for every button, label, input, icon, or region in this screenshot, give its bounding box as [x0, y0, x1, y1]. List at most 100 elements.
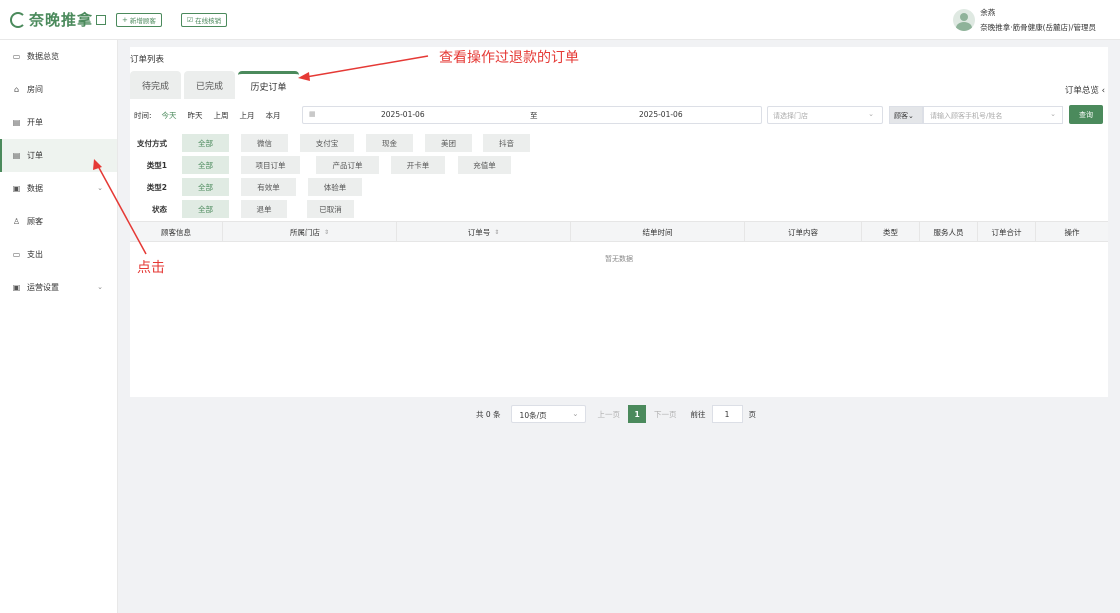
avatar[interactable]	[953, 9, 976, 31]
date-range-picker[interactable]: ▦ 2025-01-06 至 2025-01-06	[302, 106, 762, 124]
column-header-sortable[interactable]: 所属门店 ⇕	[223, 222, 397, 242]
filter-chip[interactable]: 美团	[425, 134, 472, 152]
column-label: 结单时间	[642, 227, 673, 237]
sort-icon[interactable]: ⇕	[494, 229, 499, 236]
sidebar-item-label: 开单	[27, 118, 43, 127]
sidebar-item-orders[interactable]: ▤ 订单	[0, 139, 117, 172]
filter-chip[interactable]: 体验单	[308, 178, 362, 196]
filter-chip[interactable]: 产品订单	[316, 156, 379, 174]
filter-status: 状态 全部 退单 已取消	[130, 200, 1108, 218]
column-label: 订单号	[467, 227, 491, 237]
column-header: 服务人员	[920, 222, 978, 242]
user-icon: ♙	[12, 217, 21, 226]
quick-today[interactable]: 今天	[162, 110, 177, 121]
query-button[interactable]: 查询	[1069, 105, 1103, 124]
annotation-click-note: 点击	[137, 260, 165, 276]
start-date[interactable]: 2025-01-06	[381, 110, 425, 119]
filter-chip[interactable]: 全部	[182, 200, 229, 218]
column-header: 结单时间	[571, 222, 745, 242]
filter-type2: 类型2 全部 有效单 体验单	[130, 178, 1108, 196]
sidebar-item-expense[interactable]: ▭ 支出	[0, 238, 117, 271]
filter-chip[interactable]: 有效单	[241, 178, 296, 196]
column-label: 订单内容	[788, 227, 818, 237]
total-count: 共 0 条	[476, 409, 501, 419]
filter-chip[interactable]: 充值单	[458, 156, 511, 174]
column-label: 所属门店	[289, 227, 320, 237]
user-profile[interactable]: 余燕 奈晚推拿·筋骨健康(岳麓店)/管理员	[953, 7, 1096, 33]
filter-chip[interactable]: 开卡单	[391, 156, 445, 174]
filter-payment: 支付方式 全部 微信 支付宝 现金 美团 抖音	[130, 134, 1108, 152]
quick-last-month[interactable]: 上月	[240, 110, 255, 121]
sidebar-item-overview[interactable]: ▭ 数据总览	[0, 40, 117, 73]
filter-label: 类型1	[146, 161, 167, 170]
sort-icon[interactable]: ⇕	[324, 229, 329, 236]
quick-this-month[interactable]: 本月	[266, 110, 281, 121]
logo-text: 奈晚推拿	[29, 11, 94, 29]
annotation-history-note: 查看操作过退款的订单	[439, 50, 579, 66]
sidebar-item-room[interactable]: ⌂ 房间	[0, 73, 117, 106]
tab-history[interactable]: 历史订单	[238, 71, 299, 99]
tab-completed[interactable]: 已完成	[184, 71, 235, 99]
new-customer-button[interactable]: + 新增顾客	[116, 12, 162, 27]
filter-chip[interactable]: 全部	[182, 134, 229, 152]
column-header: 顾客信息	[130, 222, 223, 242]
online-verify-button[interactable]: ☑ 在线核销	[180, 12, 228, 27]
empty-state: 暂无数据	[605, 255, 633, 263]
chevron-down-icon: ⌄	[572, 409, 579, 418]
filter-chip[interactable]: 现金	[366, 134, 413, 152]
column-header-sortable[interactable]: 订单号 ⇕	[397, 222, 571, 242]
page-number-current[interactable]: 1	[628, 405, 647, 423]
sidebar-item-customers[interactable]: ♙ 顾客	[0, 205, 117, 238]
wallet-icon: ▭	[12, 250, 21, 259]
column-label: 服务人员	[933, 227, 964, 237]
sidebar-item-label: 顾客	[27, 217, 43, 226]
sidebar-item-label: 数据总览	[27, 52, 59, 61]
filter-type1: 类型1 全部 项目订单 产品订单 开卡单 充值单	[130, 156, 1108, 174]
filter-chip[interactable]: 微信	[241, 134, 288, 152]
filter-chip[interactable]: 支付宝	[300, 134, 354, 152]
prev-page-button[interactable]: 上一页	[598, 409, 621, 420]
page-size-select[interactable]: 10条/页 ⌄	[510, 405, 586, 423]
new-customer-label: 新增顾客	[129, 16, 156, 25]
filter-chip[interactable]: 已取消	[307, 200, 354, 218]
chevron-down-icon: ⌄	[908, 112, 914, 120]
edit-icon: ☑	[186, 15, 194, 24]
column-header: 订单合计	[978, 222, 1036, 242]
filter-label: 支付方式	[137, 139, 167, 148]
order-tabs: 待完成 已完成 历史订单	[130, 71, 302, 99]
customer-search-input[interactable]: 请输入顾客手机号/姓名 ⌄	[923, 106, 1063, 124]
column-label: 顾客信息	[161, 227, 191, 237]
column-label: 订单合计	[991, 227, 1022, 237]
filter-chip[interactable]: 全部	[182, 156, 229, 174]
order-list-panel: 订单列表 待完成 已完成 历史订单 订单总览 ‹ 时间: 今天 昨天 上周 上月…	[130, 47, 1108, 397]
order-summary-toggle[interactable]: 订单总览 ‹	[1065, 84, 1105, 96]
column-label: 类型	[883, 227, 898, 237]
filter-chip[interactable]: 全部	[182, 178, 229, 196]
tab-pending[interactable]: 待完成	[130, 71, 181, 99]
end-date[interactable]: 2025-01-06	[639, 110, 683, 119]
filter-chip[interactable]: 项目订单	[241, 156, 300, 174]
chevron-down-icon: ⌄	[97, 283, 103, 291]
customer-type-select[interactable]: 顾客⌄	[889, 106, 923, 124]
home-icon: ⌂	[13, 85, 20, 94]
date-separator: 至	[530, 111, 538, 120]
sidebar-item-open-order[interactable]: ▤ 开单	[0, 106, 117, 139]
filter-chip[interactable]: 抖音	[483, 134, 530, 152]
order-icon: ▤	[12, 151, 21, 160]
sidebar-item-label: 订单	[27, 151, 43, 160]
filter-chip[interactable]: 退单	[241, 200, 287, 218]
store-select[interactable]: 请选择门店 ⌄	[767, 106, 883, 124]
quick-last-week[interactable]: 上周	[214, 110, 229, 121]
data-icon: ▣	[12, 184, 21, 193]
settings-icon: ▣	[12, 283, 21, 292]
next-page-button[interactable]: 下一页	[654, 409, 677, 420]
goto-page-input[interactable]: 1	[711, 405, 743, 423]
pagination: 共 0 条 10条/页 ⌄ 上一页 1 下一页 前往 1 页	[476, 405, 756, 423]
sidebar-item-operations[interactable]: ▣ 运营设置 ⌄	[0, 271, 117, 304]
sidebar: ▭ 数据总览 ⌂ 房间 ▤ 开单 ▤ 订单 ▣ 数据 ⌄ ♙ 顾客 ▭ 支出 ▣…	[0, 40, 118, 613]
document-icon: ▤	[12, 118, 21, 127]
sidebar-item-data[interactable]: ▣ 数据 ⌄	[0, 172, 117, 205]
table-header: 顾客信息 所属门店 ⇕ 订单号 ⇕ 结单时间 订单内容 类型 服务人员 订单合计 操…	[130, 221, 1108, 242]
sidebar-item-label: 数据	[27, 184, 43, 193]
quick-yesterday[interactable]: 昨天	[188, 110, 203, 121]
